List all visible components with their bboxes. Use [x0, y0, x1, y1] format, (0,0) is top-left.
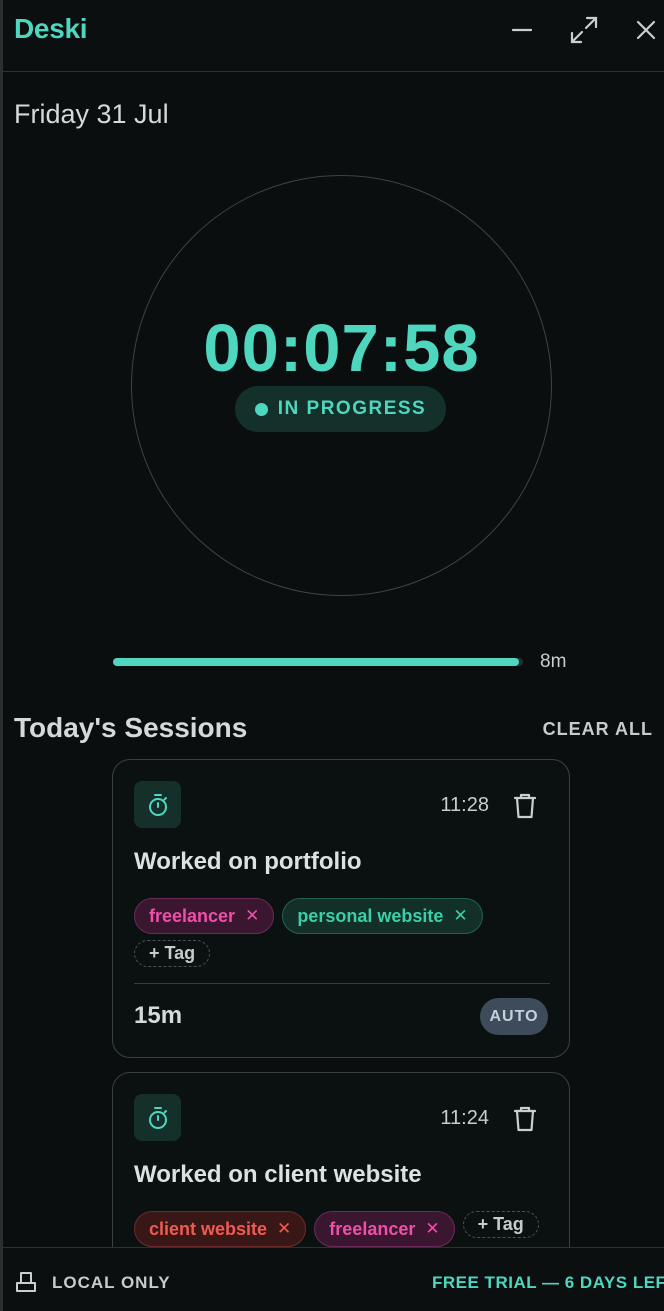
stopwatch-icon: [134, 781, 181, 828]
session-title: Worked on portfolio: [134, 848, 362, 875]
sessions-heading: Today's Sessions: [14, 712, 248, 743]
app-window: Deski Friday 31 Jul 00:07:58 IN PROGRESS: [0, 0, 664, 1311]
trash-icon: [514, 1106, 536, 1132]
timer-display: 00:07:58: [203, 311, 480, 386]
device-icon: [14, 1271, 38, 1298]
close-button[interactable]: [630, 14, 662, 46]
delete-session-button[interactable]: [511, 791, 539, 821]
trial-status[interactable]: FREE TRIAL — 6 DAYS LEFT: [432, 1273, 664, 1293]
session-progress-bar: [113, 658, 523, 666]
tag-chip: freelancer ✕: [134, 898, 275, 934]
auto-badge: AUTO: [480, 998, 548, 1035]
status-dot-icon: [254, 402, 268, 416]
tag-list: freelancer ✕ personal website ✕ + Tag: [134, 898, 554, 967]
session-title: Worked on client website: [134, 1161, 422, 1188]
tag-chip: freelancer ✕: [314, 1211, 455, 1247]
app-name: Deski: [14, 13, 88, 44]
minimize-icon: [511, 28, 533, 32]
clear-all-button[interactable]: CLEAR ALL: [543, 719, 653, 740]
title-bar: Deski: [3, 0, 664, 72]
session-time: 11:24: [440, 1107, 489, 1129]
current-date: Friday 31 Jul: [14, 99, 169, 129]
remove-tag-icon[interactable]: ✕: [453, 906, 467, 926]
add-tag-button[interactable]: + Tag: [462, 1211, 539, 1238]
delete-session-button[interactable]: [511, 1104, 539, 1134]
stopwatch-icon: [134, 1094, 181, 1141]
tag-list: client website ✕ freelancer ✕ + Tag: [134, 1211, 554, 1247]
trash-icon: [514, 793, 536, 819]
minimize-button[interactable]: [506, 14, 538, 46]
status-badge: IN PROGRESS: [235, 386, 446, 432]
card-divider: [134, 983, 550, 984]
close-icon: [636, 20, 656, 40]
session-duration: 15m: [134, 1002, 183, 1029]
tag-chip: client website ✕: [134, 1211, 307, 1247]
remove-tag-icon[interactable]: ✕: [425, 1219, 439, 1239]
storage-mode-label: LOCAL ONLY: [52, 1273, 171, 1292]
tag-chip: personal website ✕: [282, 898, 483, 934]
tag-label: personal website: [297, 905, 444, 926]
remove-tag-icon[interactable]: ✕: [245, 906, 259, 926]
remove-tag-icon[interactable]: ✕: [277, 1219, 291, 1239]
progress-fill: [113, 658, 519, 666]
expand-button[interactable]: [568, 14, 600, 46]
progress-label: 8m: [540, 651, 567, 672]
add-tag-button[interactable]: + Tag: [134, 940, 211, 967]
tag-label: client website: [149, 1218, 268, 1239]
session-time: 11:28: [440, 794, 489, 816]
tag-label: freelancer: [149, 905, 236, 926]
expand-icon: [570, 16, 598, 44]
tag-label: freelancer: [329, 1218, 416, 1239]
status-footer: LOCAL ONLY FREE TRIAL — 6 DAYS LEFT: [3, 1247, 664, 1311]
session-card: 11:28 Worked on portfolio freelancer ✕ p…: [112, 759, 570, 1058]
status-label: IN PROGRESS: [277, 398, 427, 419]
